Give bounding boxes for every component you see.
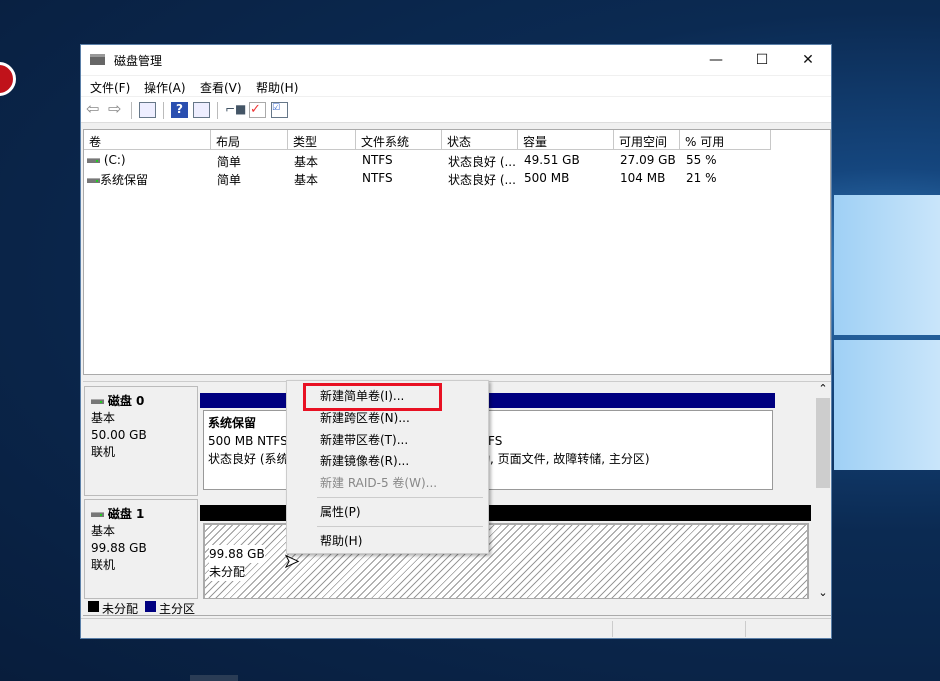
menu-bar: 文件(F) 操作(A) 查看(V) 帮助(H) [81, 76, 831, 96]
partition-info: FS [488, 434, 503, 448]
help-icon[interactable]: ? [171, 102, 188, 118]
volume-name: (C:) [103, 153, 126, 167]
highlight-box [303, 383, 442, 411]
cell-status: 状态良好 (... [448, 173, 516, 187]
column-header-percent-free[interactable]: % 可用 [680, 130, 771, 150]
cell-capacity: 49.51 GB [524, 153, 580, 167]
vertical-scrollbar[interactable]: ⌃ ⌄ [815, 382, 831, 599]
menu-item-help[interactable]: 帮助(H) [320, 532, 362, 549]
disk-management-icon [90, 54, 105, 65]
console-tree-icon[interactable] [139, 102, 156, 118]
menu-item-new-raid5-volume: 新建 RAID-5 卷(W)... [320, 476, 438, 490]
disk-name: 磁盘 1 [107, 507, 145, 521]
column-header-free-space[interactable]: 可用空间 [614, 130, 680, 150]
cell-layout: 简单 [217, 155, 242, 169]
windows-logo-pane [834, 340, 940, 470]
toolbar: ⇦ ⇨ ? ⌐■ ✓ ☑ [81, 97, 831, 123]
minimize-button[interactable]: — [693, 45, 739, 75]
cell-filesystem: NTFS [362, 153, 393, 167]
drive-icon [87, 158, 100, 163]
windows-logo-pane [834, 195, 940, 335]
window-title: 磁盘管理 [114, 54, 163, 68]
legend: 未分配 主分区 [83, 599, 831, 616]
disk-icon [91, 399, 104, 404]
cell-capacity: 500 MB [524, 171, 570, 185]
disk-0-label[interactable]: 磁盘 0 基本 50.00 GB 联机 [84, 386, 198, 496]
cell-status: 状态良好 (... [448, 155, 516, 169]
cell-filesystem: NTFS [362, 171, 393, 185]
menu-item-new-striped-volume[interactable]: 新建带区卷(T)... [320, 431, 408, 448]
menu-action[interactable]: 操作(A) [144, 79, 186, 96]
disk-status: 联机 [91, 558, 116, 572]
title-bar: 磁盘管理 — ☐ ✕ [81, 45, 831, 75]
partition-status: 动, 页面文件, 故障转储, 主分区) [478, 452, 650, 466]
scrollbar-thumb[interactable] [816, 398, 830, 488]
disk-type: 基本 [91, 411, 116, 425]
disk-size: 50.00 GB [91, 428, 147, 442]
scroll-up-button[interactable]: ⌃ [815, 382, 831, 398]
cell-percent-free: 21 % [686, 171, 717, 185]
column-header-filesystem[interactable]: 文件系统 [356, 130, 442, 150]
partition-info: 99.88 GB [209, 545, 265, 563]
menu-help[interactable]: 帮助(H) [256, 79, 298, 96]
table-row[interactable]: (C:) 简单 基本 NTFS 状态良好 (... 49.51 GB 27.09… [84, 153, 830, 171]
context-menu: 新建简单卷(I)... 新建跨区卷(N)... 新建带区卷(T)... 新建镜像… [286, 380, 489, 554]
action-pane-icon[interactable] [193, 102, 210, 118]
column-header-type[interactable]: 类型 [288, 130, 356, 150]
disk-type: 基本 [91, 524, 116, 538]
mouse-cursor-icon: ➤ [283, 551, 300, 573]
menu-item-properties[interactable]: 属性(P) [320, 503, 361, 520]
taskbar-fragment [190, 675, 238, 681]
forward-icon[interactable]: ⇨ [108, 99, 125, 118]
cell-free-space: 27.09 GB [620, 153, 676, 167]
maximize-button[interactable]: ☐ [739, 45, 785, 75]
scroll-down-button[interactable]: ⌄ [815, 586, 831, 599]
properties-icon[interactable]: ☑ [271, 102, 288, 118]
disk-size: 99.88 GB [91, 541, 147, 555]
disk-status: 联机 [91, 445, 116, 459]
menu-item-new-mirrored-volume[interactable]: 新建镜像卷(R)... [320, 452, 409, 469]
disk-icon [91, 512, 104, 517]
desktop-icon-fragment [0, 62, 16, 96]
status-bar [81, 618, 831, 638]
back-icon[interactable]: ⇦ [86, 99, 103, 118]
cell-layout: 简单 [217, 173, 242, 187]
drive-icon [87, 178, 100, 183]
menu-view[interactable]: 查看(V) [200, 79, 242, 96]
column-header-layout[interactable]: 布局 [211, 130, 288, 150]
disk-1-label[interactable]: 磁盘 1 基本 99.88 GB 联机 [84, 499, 198, 599]
partition-status: 未分配 [209, 563, 246, 581]
column-header-capacity[interactable]: 容量 [518, 130, 614, 150]
legend-swatch-primary [145, 601, 156, 612]
table-row[interactable]: 系统保留 简单 基本 NTFS 状态良好 (... 500 MB 104 MB … [84, 171, 830, 189]
cell-type: 基本 [294, 173, 319, 187]
cell-type: 基本 [294, 155, 319, 169]
menu-item-new-spanned-volume[interactable]: 新建跨区卷(N)... [320, 409, 410, 426]
menu-file[interactable]: 文件(F) [90, 79, 130, 96]
cell-free-space: 104 MB [620, 171, 666, 185]
disk-name: 磁盘 0 [107, 394, 145, 408]
legend-swatch-unallocated [88, 601, 99, 612]
legend-label: 主分区 [159, 602, 196, 616]
column-header-volume[interactable]: 卷 [84, 130, 211, 150]
volume-name: 系统保留 [100, 173, 149, 187]
check-icon[interactable]: ✓ [249, 102, 266, 118]
close-button[interactable]: ✕ [785, 45, 831, 75]
column-header-status[interactable]: 状态 [442, 130, 518, 150]
volume-list: 卷 布局 类型 文件系统 状态 容量 可用空间 % 可用 (C:) 简单 基本 … [83, 129, 831, 375]
connect-icon[interactable]: ⌐■ [225, 102, 246, 118]
legend-label: 未分配 [102, 602, 139, 616]
cell-percent-free: 55 % [686, 153, 717, 167]
